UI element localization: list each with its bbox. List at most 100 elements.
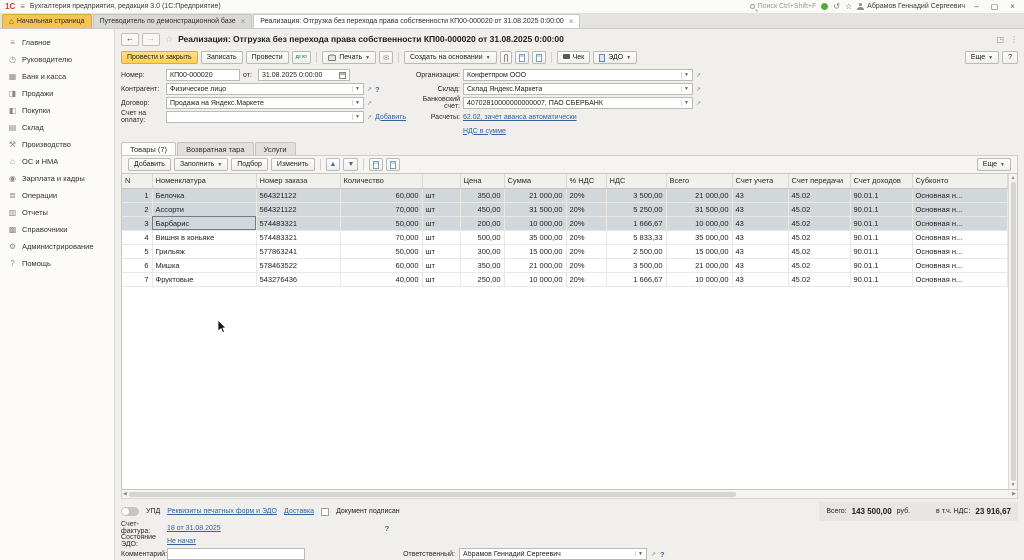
cell-unit[interactable]: шт	[422, 216, 461, 231]
cell-vat-percent[interactable]: 20%	[566, 216, 607, 231]
payment-invoice-input[interactable]: ▼	[166, 111, 364, 123]
open-in-new-window-icon[interactable]: ◳	[996, 35, 1004, 44]
cell-vat[interactable]: 1 666,67	[606, 272, 667, 287]
cell-vat[interactable]: 3 500,00	[606, 258, 667, 273]
cell-vat[interactable]: 3 500,00	[606, 188, 667, 203]
cell-nomenclature[interactable]: Фруктовые	[152, 272, 257, 287]
edo-button[interactable]: ЭДО ▼	[593, 51, 638, 64]
fill-button[interactable]: Заполнить ▼	[173, 158, 229, 171]
cell-row-number[interactable]: 7	[122, 272, 153, 287]
cell-nomenclature[interactable]: Белочка	[152, 188, 257, 203]
header-sum[interactable]: Сумма	[504, 174, 567, 189]
cell-order-number[interactable]: 574483321	[256, 230, 341, 245]
table-row[interactable]: 4 Вишня в коньяке 574483321 70,000 шт 50…	[122, 230, 1008, 245]
pick-button[interactable]: Подбор	[231, 158, 268, 171]
add-invoice-link[interactable]: Добавить	[375, 114, 406, 121]
cell-quantity[interactable]: 70,000	[340, 230, 423, 245]
number-input[interactable]: КП00-000020	[166, 69, 240, 81]
header-nomenclature[interactable]: Номенклатура	[152, 174, 257, 189]
cell-income-account[interactable]: 90.01.1	[850, 202, 913, 217]
cell-income-account[interactable]: 90.01.1	[850, 230, 913, 245]
parts-tab[interactable]: Услуги	[254, 142, 296, 155]
document-signed-checkbox[interactable]	[321, 507, 330, 516]
close-button[interactable]: ×	[1006, 2, 1019, 11]
cell-subconto[interactable]: Основная н...	[912, 202, 1008, 217]
cell-account[interactable]: 43	[732, 258, 789, 273]
print-button[interactable]: Печать ▼	[322, 51, 377, 64]
cell-sum[interactable]: 35 000,00	[504, 230, 567, 245]
comment-input[interactable]	[167, 548, 305, 560]
open-warehouse-icon[interactable]: ↗	[696, 86, 701, 93]
edit-button[interactable]: Изменить	[270, 158, 315, 171]
cell-vat[interactable]: 5 833,33	[606, 230, 667, 245]
open-contract-icon[interactable]: ↗	[367, 100, 372, 107]
cell-unit[interactable]: шт	[422, 230, 461, 245]
cell-price[interactable]: 350,00	[460, 258, 505, 273]
cell-vat-percent[interactable]: 20%	[566, 244, 607, 259]
cell-price[interactable]: 200,00	[460, 216, 505, 231]
cell-vat-percent[interactable]: 20%	[566, 188, 607, 203]
cell-total[interactable]: 35 000,00	[666, 230, 733, 245]
cell-price[interactable]: 500,00	[460, 230, 505, 245]
cell-vat-percent[interactable]: 20%	[566, 258, 607, 273]
responsible-input[interactable]: Абрамов Геннадий Сергеевич ▼	[459, 548, 647, 560]
header-transfer-account[interactable]: Счет передачи	[788, 174, 851, 189]
cell-nomenclature[interactable]: Мишка	[152, 258, 257, 273]
invoice-help-icon[interactable]: ?	[385, 524, 390, 533]
cell-vat-percent[interactable]: 20%	[566, 230, 607, 245]
cell-price[interactable]: 300,00	[460, 244, 505, 259]
chevron-down-icon[interactable]: ▼	[681, 72, 689, 78]
cell-vat[interactable]: 1 666,67	[606, 216, 667, 231]
cell-vat[interactable]: 2 500,00	[606, 244, 667, 259]
cell-unit[interactable]: шт	[422, 244, 461, 259]
cell-row-number[interactable]: 4	[122, 230, 153, 245]
cell-row-number[interactable]: 1	[122, 188, 153, 203]
table-row[interactable]: 2 Ассорти 564321122 70,000 шт 450,00 31 …	[122, 202, 1008, 217]
cell-unit[interactable]: шт	[422, 272, 461, 287]
history-icon[interactable]: ↺	[833, 2, 840, 11]
cell-income-account[interactable]: 90.01.1	[850, 272, 913, 287]
header-quantity[interactable]: Количество	[340, 174, 423, 189]
show-postings-button[interactable]: Дт Кт	[291, 51, 312, 64]
document-journal-button[interactable]	[531, 51, 546, 64]
cell-income-account[interactable]: 90.01.1	[850, 244, 913, 259]
cell-quantity[interactable]: 50,000	[340, 216, 423, 231]
sidebar-item[interactable]: ⚒ Производство	[0, 136, 114, 153]
vertical-scrollbar[interactable]: ▲ ▼	[1008, 174, 1017, 489]
scroll-down-icon[interactable]: ▼	[1011, 482, 1016, 488]
header-account[interactable]: Счет учета	[732, 174, 789, 189]
vat-in-sum-link[interactable]: НДС в сумме	[463, 128, 506, 135]
cell-order-number[interactable]: 543276436	[256, 272, 341, 287]
user-menu[interactable]: Абрамов Геннадий Сергеевич	[857, 3, 965, 10]
open-organization-icon[interactable]: ↗	[696, 72, 701, 79]
minimize-button[interactable]: –	[970, 2, 983, 11]
cell-unit[interactable]: шт	[422, 258, 461, 273]
table-row[interactable]: 7 Фруктовые 543276436 40,000 шт 250,00 1…	[122, 272, 1008, 287]
vertical-scroll-thumb[interactable]	[1010, 182, 1016, 481]
cell-transfer-account[interactable]: 45.02	[788, 216, 851, 231]
related-documents-button[interactable]	[514, 51, 529, 64]
cell-order-number[interactable]: 574483321	[256, 216, 341, 231]
sidebar-item[interactable]: ≣ Операции	[0, 187, 114, 204]
cell-quantity[interactable]: 40,000	[340, 272, 423, 287]
tab-home[interactable]: ⌂ Начальная страница	[2, 14, 92, 28]
cell-income-account[interactable]: 90.01.1	[850, 216, 913, 231]
post-button[interactable]: Провести	[245, 51, 289, 64]
header-subconto[interactable]: Субконто	[912, 174, 1008, 189]
cell-nomenclature[interactable]: Ассорти	[152, 202, 257, 217]
sidebar-item[interactable]: ◉ Зарплата и кадры	[0, 170, 114, 187]
cell-order-number[interactable]: 564321122	[256, 202, 341, 217]
cell-quantity[interactable]: 50,000	[340, 244, 423, 259]
global-search[interactable]: Поиск Ctrl+Shift+F	[749, 3, 816, 10]
upd-toggle[interactable]	[121, 507, 139, 516]
cell-order-number[interactable]: 578463522	[256, 258, 341, 273]
cell-price[interactable]: 250,00	[460, 272, 505, 287]
cell-row-number[interactable]: 3	[122, 216, 153, 231]
cell-account[interactable]: 43	[732, 272, 789, 287]
cell-subconto[interactable]: Основная н...	[912, 244, 1008, 259]
chevron-down-icon[interactable]: ▼	[352, 86, 360, 92]
move-row-up-button[interactable]: ▲	[325, 158, 341, 171]
cell-sum[interactable]: 10 000,00	[504, 272, 567, 287]
print-forms-requisites-link[interactable]: Реквизиты печатных форм и ЭДО	[167, 508, 277, 515]
parts-tab[interactable]: Возвратная тара	[177, 142, 254, 155]
